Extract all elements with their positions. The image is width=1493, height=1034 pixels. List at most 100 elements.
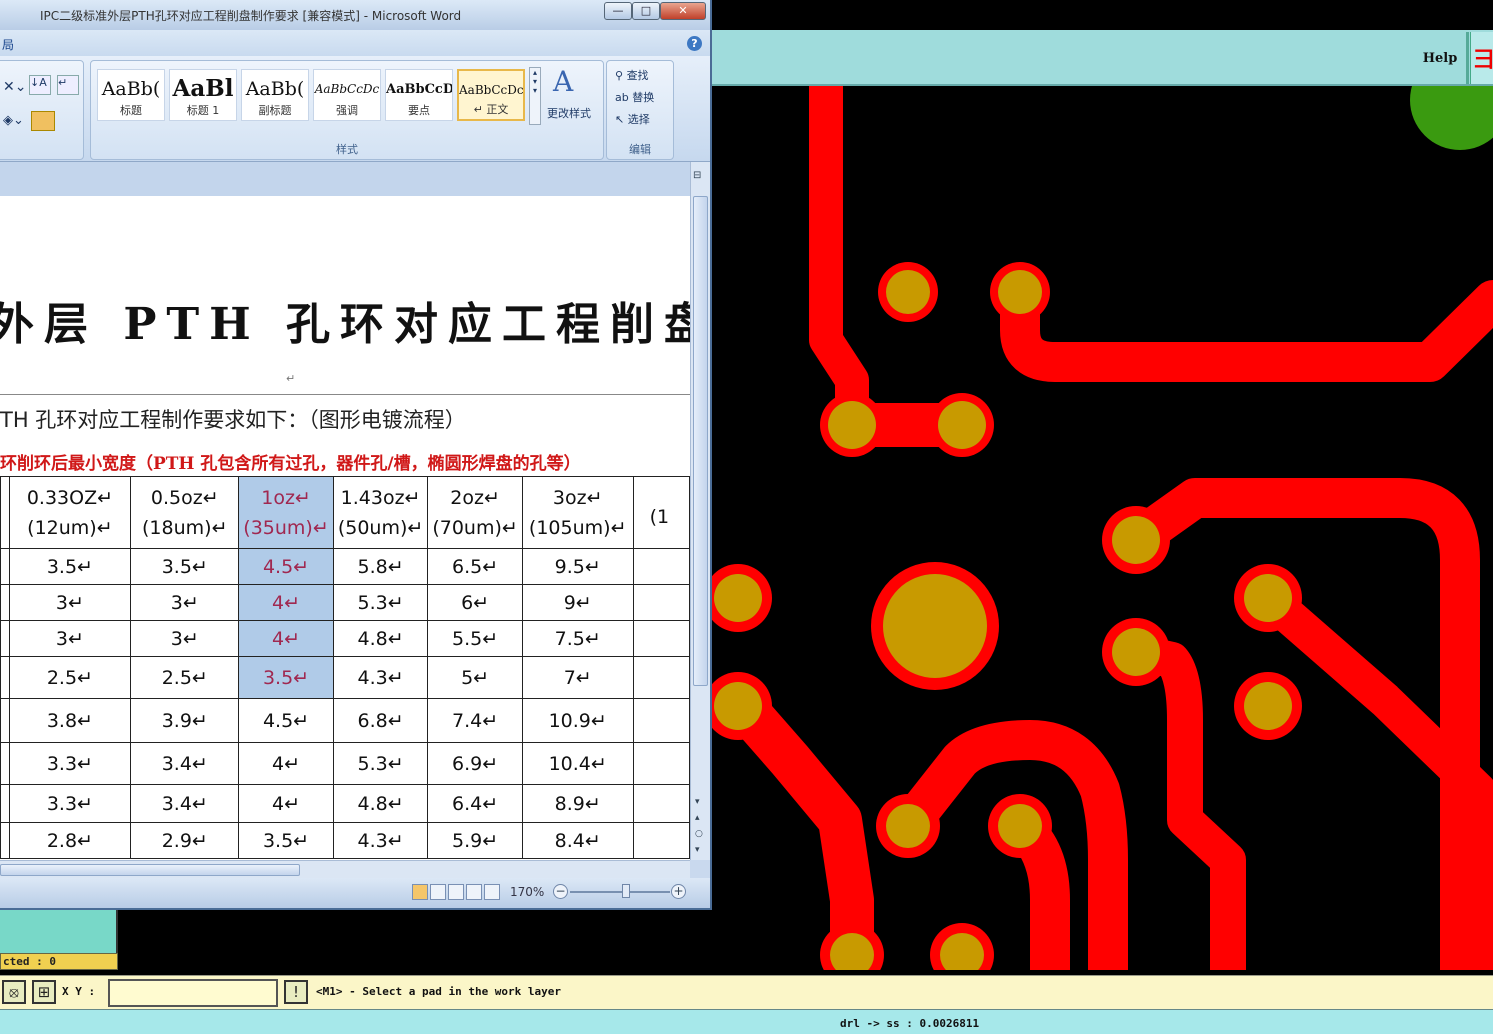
table-cell[interactable]: 3↵ xyxy=(130,584,240,621)
table-cell[interactable]: 5.8↵ xyxy=(332,548,429,585)
table-cell[interactable]: 3↵ xyxy=(8,584,132,621)
table-cell[interactable]: 3↵ xyxy=(130,620,240,657)
table-cell[interactable] xyxy=(632,548,690,585)
style-strong[interactable]: AaBbCcD 要点 xyxy=(385,69,453,121)
document-page[interactable]: 外层 PTH 孔环对应工程削盘 ↵ TH 孔环对应工程制作要求如下：（图形电镀流… xyxy=(0,196,690,860)
maximize-button[interactable]: □ xyxy=(632,2,660,20)
table-cell[interactable]: 4.5↵ xyxy=(238,698,334,743)
table-cell[interactable]: 3.8↵ xyxy=(8,698,132,743)
table-cell[interactable]: 3.5↵ xyxy=(8,548,132,585)
vertical-scroll-thumb[interactable] xyxy=(693,196,708,686)
table-cell[interactable]: 9↵ xyxy=(521,584,634,621)
table-cell[interactable]: 4↵ xyxy=(238,620,334,657)
print-layout-icon[interactable] xyxy=(412,884,428,900)
table-cell[interactable]: 8.9↵ xyxy=(521,784,634,823)
style-heading1[interactable]: AaBl 标题 1 xyxy=(169,69,237,121)
table-cell[interactable]: 2.5↵ xyxy=(8,656,132,699)
table-cell[interactable]: 3.4↵ xyxy=(130,784,240,823)
zoom-level[interactable]: 170% xyxy=(510,885,544,899)
table-cell[interactable] xyxy=(632,620,690,657)
zoom-slider-track[interactable] xyxy=(570,891,670,893)
vertical-scrollbar[interactable]: ⊟ ▾ ▴ ○ ▾ xyxy=(690,162,710,860)
table-cell[interactable]: 5.3↵ xyxy=(332,584,429,621)
change-styles-label[interactable]: 更改样式 xyxy=(547,105,591,121)
table-cell[interactable] xyxy=(632,822,690,859)
table-cell[interactable]: 4↵ xyxy=(238,584,334,621)
table-cell[interactable]: 3.4↵ xyxy=(130,742,240,785)
table-cell[interactable]: 3.5↵ xyxy=(238,822,334,859)
para-mark-icon[interactable]: ↵ xyxy=(57,75,79,95)
table-cell[interactable]: 6.4↵ xyxy=(427,784,523,823)
table-cell[interactable]: 3.5↵ xyxy=(238,656,334,699)
find-button[interactable]: ⚲ 查找 xyxy=(615,67,649,83)
help-button[interactable]: Help xyxy=(1413,38,1467,78)
style-subtitle[interactable]: AaBb( 副标题 xyxy=(241,69,309,121)
style-emphasis[interactable]: AaBbCcDc 强调 xyxy=(313,69,381,121)
horizontal-scrollbar[interactable] xyxy=(0,860,690,878)
table-cell[interactable]: 7.5↵ xyxy=(521,620,634,657)
table-cell[interactable]: 6↵ xyxy=(427,584,523,621)
table-header-cell[interactable]: 0.5oz↵ (18um)↵ xyxy=(130,476,240,549)
table-cell[interactable]: 5.3↵ xyxy=(332,742,429,785)
sort-icon[interactable]: ↓A xyxy=(29,75,51,95)
table-cell[interactable] xyxy=(632,698,690,743)
table-cell[interactable]: 5.5↵ xyxy=(427,620,523,657)
alert-icon[interactable]: ! xyxy=(284,980,308,1004)
table-cell[interactable]: 6.9↵ xyxy=(427,742,523,785)
select-button[interactable]: ↖ 选择 xyxy=(615,111,650,127)
table-header-cell[interactable]: 2oz↵ (70um)↵ xyxy=(427,476,523,549)
pcb-board-canvas[interactable] xyxy=(708,86,1493,974)
outline-icon[interactable] xyxy=(466,884,482,900)
table-header-cell[interactable]: 3oz↵ (105um)↵ xyxy=(521,476,634,549)
table-cell[interactable]: 4↵ xyxy=(238,742,334,785)
table-header-cell[interactable]: (1 xyxy=(632,476,690,549)
web-layout-icon[interactable] xyxy=(448,884,464,900)
tab-layout[interactable]: 局 xyxy=(2,36,14,53)
replace-button[interactable]: ab 替换 xyxy=(615,89,654,105)
table-cell[interactable]: 3.3↵ xyxy=(8,784,132,823)
browse-buttons[interactable]: ▾ ▴ ○ ▾ xyxy=(695,794,703,858)
zoom-out-button[interactable]: − xyxy=(553,884,568,899)
table-header-cell[interactable]: 1.43oz↵ (50um)↵ xyxy=(332,476,429,549)
table-cell[interactable]: 5↵ xyxy=(427,656,523,699)
table-cell[interactable] xyxy=(632,656,690,699)
zoom-in-button[interactable]: + xyxy=(671,884,686,899)
table-header-cell[interactable]: 0.33OZ↵ (12um)↵ xyxy=(8,476,132,549)
zoom-slider-thumb[interactable] xyxy=(622,884,630,898)
reading-layout-icon[interactable] xyxy=(430,884,446,900)
table-cell[interactable]: 2.8↵ xyxy=(8,822,132,859)
table-cell[interactable] xyxy=(632,584,690,621)
clear-format-icon[interactable]: ✕⌄ xyxy=(3,79,26,95)
snap-icon[interactable]: ⦻ xyxy=(2,980,26,1004)
style-title[interactable]: AaBb( 标题 xyxy=(97,69,165,121)
xy-input[interactable] xyxy=(108,979,278,1007)
table-cell[interactable]: 4.5↵ xyxy=(238,548,334,585)
table-cell[interactable]: 7.4↵ xyxy=(427,698,523,743)
table-cell[interactable]: 10.9↵ xyxy=(521,698,634,743)
table-cell[interactable]: 4.8↵ xyxy=(332,784,429,823)
border-icon[interactable] xyxy=(31,111,55,131)
table-cell[interactable]: 3↵ xyxy=(8,620,132,657)
styles-scroll[interactable]: ▴ ▾ ▾ xyxy=(529,67,541,125)
table-cell[interactable]: 4.3↵ xyxy=(332,822,429,859)
table-cell[interactable] xyxy=(632,784,690,823)
grid-icon[interactable]: ⊞ xyxy=(32,980,56,1004)
draft-icon[interactable] xyxy=(484,884,500,900)
table-cell[interactable]: 5.9↵ xyxy=(427,822,523,859)
horizontal-scroll-thumb[interactable] xyxy=(0,864,300,876)
table-cell[interactable]: 7↵ xyxy=(521,656,634,699)
ruler-toggle-icon[interactable]: ⊟ xyxy=(693,170,701,181)
table-cell[interactable]: 3.3↵ xyxy=(8,742,132,785)
table-header-cell-selected[interactable]: 1oz↵ (35um)↵ xyxy=(238,476,334,549)
help-icon[interactable]: ? xyxy=(687,36,702,51)
style-normal[interactable]: AaBbCcDc ↵ 正文 xyxy=(457,69,525,121)
table-cell[interactable]: 9.5↵ xyxy=(521,548,634,585)
table-cell[interactable]: 4.8↵ xyxy=(332,620,429,657)
minimize-button[interactable]: — xyxy=(604,2,632,20)
fill-color-icon[interactable]: ◈⌄ xyxy=(3,113,24,128)
table-cell[interactable]: 2.5↵ xyxy=(130,656,240,699)
table-cell[interactable]: 10.4↵ xyxy=(521,742,634,785)
table-cell[interactable]: 3.5↵ xyxy=(130,548,240,585)
table-cell[interactable]: 2.9↵ xyxy=(130,822,240,859)
table-cell[interactable] xyxy=(632,742,690,785)
